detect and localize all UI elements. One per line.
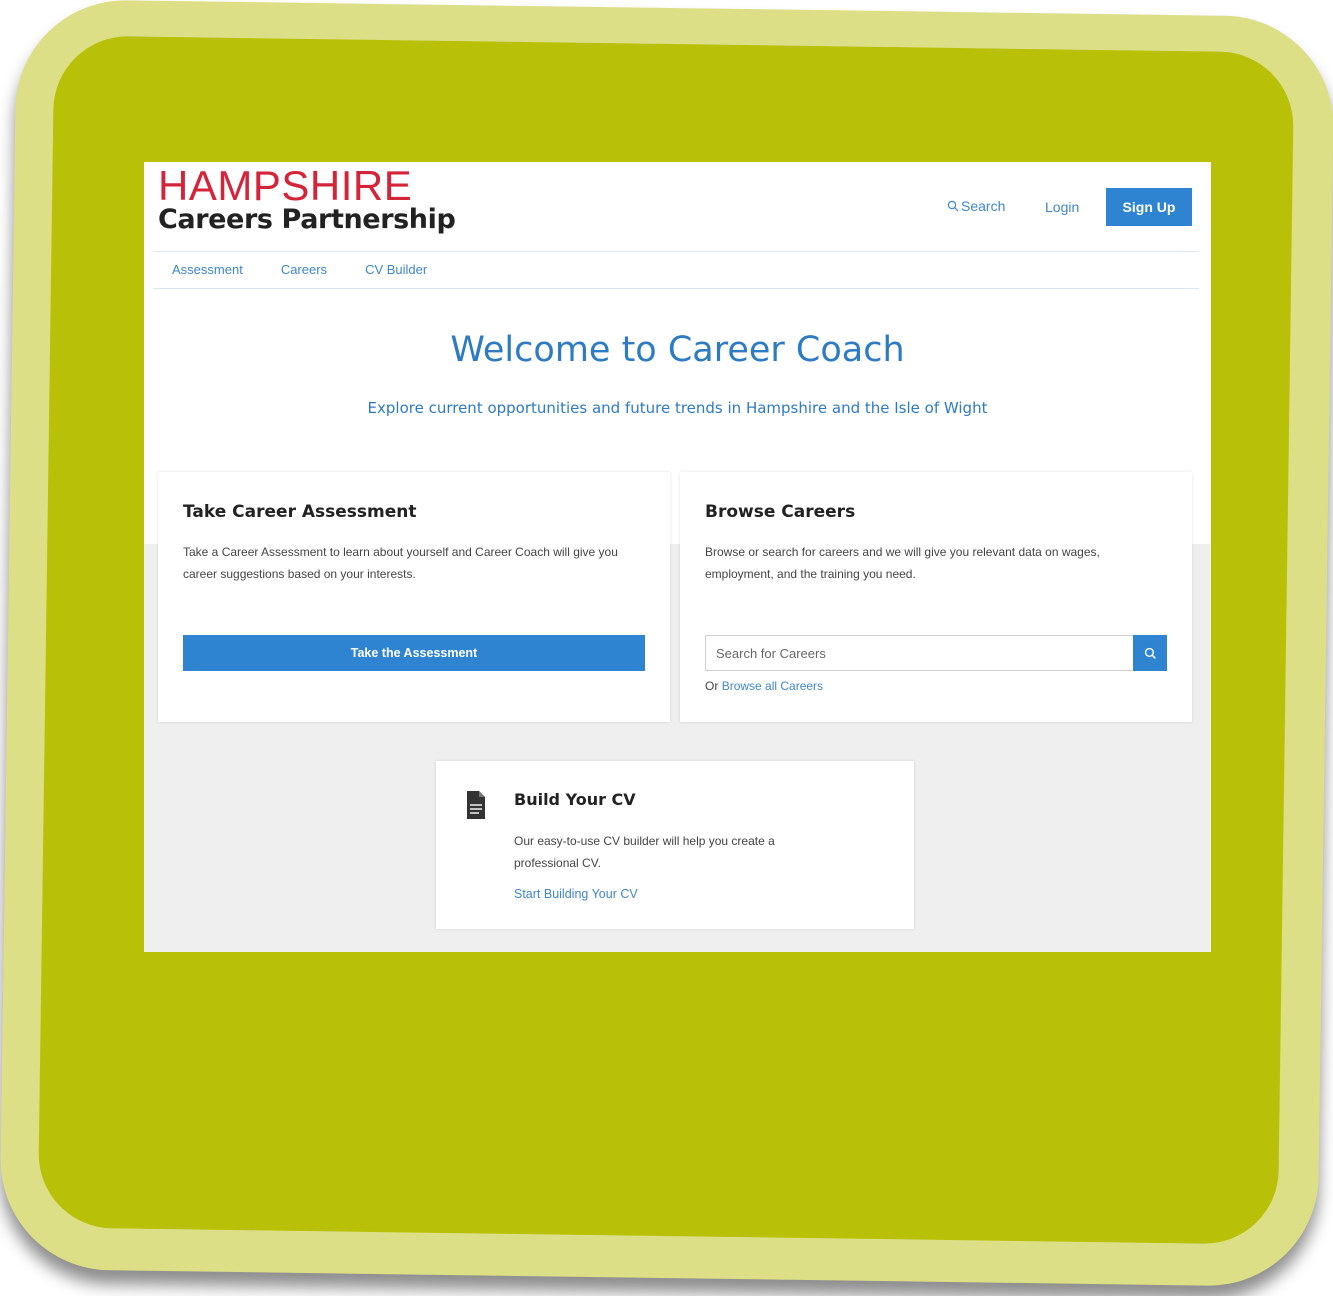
logo-partnership-text: Careers Partnership xyxy=(158,204,456,235)
header-search-label: Search xyxy=(961,198,1006,214)
browse-card-title: Browse Careers xyxy=(705,502,856,522)
browse-card-text: Browse or search for careers and we will… xyxy=(705,545,1100,581)
page-title: Welcome to Career Coach xyxy=(450,330,905,370)
build-cv-card: Build Your CV Our easy-to-use CV builder… xyxy=(436,761,914,929)
or-prefix: Or xyxy=(705,679,719,693)
nav-item-careers[interactable]: Careers xyxy=(281,262,327,277)
browse-all-line: Or Browse all Careers xyxy=(705,679,823,693)
take-assessment-button[interactable]: Take the Assessment xyxy=(183,635,645,671)
document-icon xyxy=(467,791,485,819)
login-link[interactable]: Login xyxy=(1045,199,1079,215)
nav-divider xyxy=(153,288,1199,289)
website-screenshot: HAMPSHIRE Careers Partnership Search Log… xyxy=(144,162,1211,952)
nav-item-cv-builder[interactable]: CV Builder xyxy=(365,262,427,277)
sign-up-button[interactable]: Sign Up xyxy=(1106,188,1192,226)
assessment-card-title: Take Career Assessment xyxy=(183,502,417,522)
assessment-card-text: Take a Career Assessment to learn about … xyxy=(183,545,618,581)
start-building-cv-link[interactable]: Start Building Your CV xyxy=(514,887,638,901)
career-search-input[interactable] xyxy=(705,635,1133,671)
search-icon xyxy=(1144,647,1156,659)
nav-item-assessment[interactable]: Assessment xyxy=(172,262,243,277)
header-search-link[interactable]: Search xyxy=(947,198,1005,214)
career-search-button[interactable] xyxy=(1133,635,1167,671)
browse-careers-card: Browse Careers Browse or search for care… xyxy=(680,472,1192,722)
browse-all-careers-link[interactable]: Browse all Careers xyxy=(722,679,823,693)
search-icon xyxy=(947,200,959,212)
assessment-card: Take Career Assessment Take a Career Ass… xyxy=(158,472,670,722)
build-cv-title: Build Your CV xyxy=(514,790,636,809)
career-search-box xyxy=(705,635,1167,671)
main-nav: Assessment Careers CV Builder xyxy=(172,262,427,277)
hampshire-logo[interactable]: HAMPSHIRE Careers Partnership xyxy=(158,162,456,235)
header-divider xyxy=(153,251,1199,252)
logo-hampshire-text: HAMPSHIRE xyxy=(158,162,413,209)
page-subtitle: Explore current opportunities and future… xyxy=(367,399,988,417)
build-cv-text: Our easy-to-use CV builder will help you… xyxy=(514,834,775,870)
